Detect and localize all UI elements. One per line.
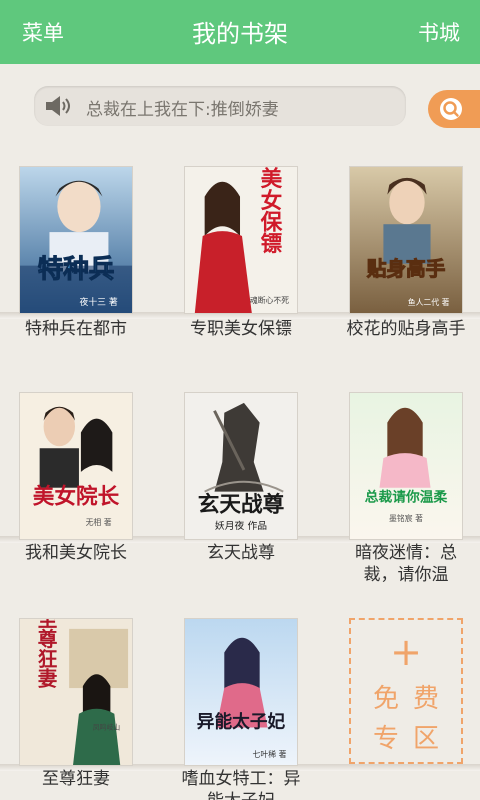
- cover-author: 凤鸣岐山: [93, 722, 121, 731]
- book-cover[interactable]: 至尊狂妻 凤鸣岐山: [19, 618, 133, 766]
- search-button[interactable]: [428, 90, 480, 128]
- book-title[interactable]: 专职美女保镖: [166, 318, 316, 340]
- cover-title: 总裁请你温柔: [365, 488, 448, 505]
- book-title[interactable]: 特种兵在都市: [1, 318, 151, 340]
- plus-icon: +: [390, 630, 422, 674]
- book-title-text: 暗夜迷情：总裁，请你温: [355, 543, 457, 585]
- cover-title: 美女院长: [33, 483, 120, 509]
- search-icon: [440, 98, 462, 120]
- cover-title: 至尊狂妻: [34, 619, 57, 689]
- bookstore-button[interactable]: 书城: [418, 17, 460, 47]
- book-cover[interactable]: 特种兵 夜十三 著: [19, 166, 133, 314]
- notice-text: 总裁在上我在下:推倒娇妻: [86, 100, 279, 120]
- book-title[interactable]: 至尊狂妻: [1, 768, 151, 790]
- book-cover[interactable]: 总裁请你温柔 墨铭宸 著: [349, 392, 463, 540]
- cover-title: 美女保镖: [257, 167, 283, 255]
- book-cover[interactable]: 美女保镖 魂断心不死: [184, 166, 298, 314]
- free-zone-label-line2: 专区: [372, 724, 453, 754]
- cover-author: 妖月夜 作品: [215, 519, 267, 532]
- speaker-icon: [44, 94, 72, 118]
- cover-title: 特种兵: [38, 253, 115, 284]
- cover-title: 贴身高手: [367, 257, 446, 280]
- cover-author: 夜十三 著: [80, 296, 118, 308]
- book-title[interactable]: 暗夜迷情：总裁，请你温: [331, 542, 480, 586]
- book-cover[interactable]: 美女院长 无相 著: [19, 392, 133, 540]
- cover-author: 魂断心不死: [250, 295, 289, 305]
- free-zone-button[interactable]: + 免费 专区: [349, 618, 463, 764]
- book-title[interactable]: 我和美女院长: [1, 542, 151, 564]
- cover-author: 墨铭宸 著: [389, 513, 423, 523]
- cover-title: 异能太子妃: [197, 710, 286, 732]
- cover-author: 无相 著: [86, 517, 112, 527]
- book-title[interactable]: 嗜血女特工：异能太子妃: [166, 768, 316, 800]
- cover-author: 七叶稀 著: [253, 749, 287, 759]
- top-bar: 菜单 我的书架 书城: [0, 0, 480, 64]
- book-cover[interactable]: 贴身高手 鱼人二代 著: [349, 166, 463, 314]
- book-title-text: 校花的贴身高手: [346, 319, 466, 339]
- cover-author: 鱼人二代 著: [408, 297, 450, 307]
- notice-bar[interactable]: 总裁在上我在下:推倒娇妻: [34, 86, 406, 126]
- book-cover[interactable]: 异能太子妃 七叶稀 著: [184, 618, 298, 766]
- book-title[interactable]: 校花的贴身高手: [331, 318, 480, 340]
- book-cover[interactable]: 玄天战尊 妖月夜 作品: [184, 392, 298, 540]
- book-title-text: 嗜血女特工：异能太子妃: [181, 769, 301, 800]
- free-zone-label-line1: 免费: [372, 684, 453, 714]
- book-title[interactable]: 玄天战尊: [166, 542, 316, 564]
- cover-title: 玄天战尊: [198, 491, 285, 517]
- page-title: 我的书架: [192, 20, 288, 48]
